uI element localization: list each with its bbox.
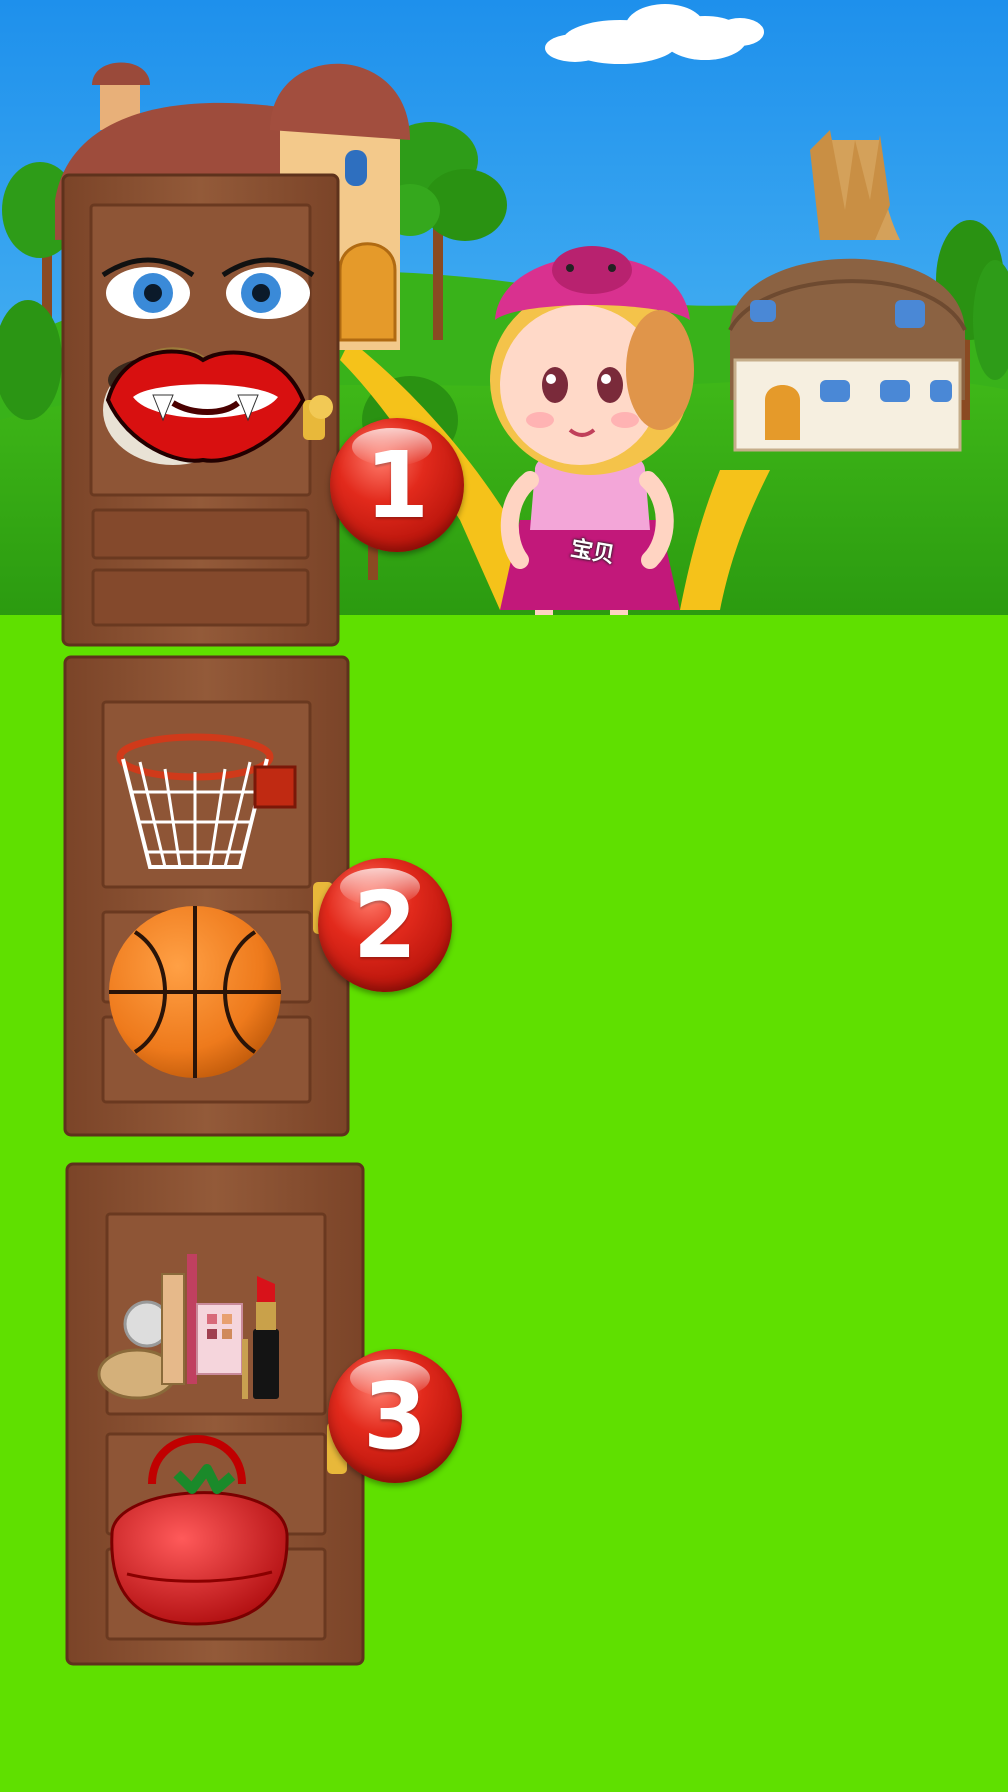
door-3-button[interactable] [67, 1164, 363, 1664]
badge-1-number: 1 [364, 431, 429, 539]
badge-3-number: 3 [362, 1362, 427, 1470]
badge-2-number: 2 [352, 871, 417, 979]
badge-2[interactable]: 2 [318, 858, 452, 992]
badge-3[interactable]: 3 [328, 1349, 462, 1483]
badge-1[interactable]: 1 [330, 418, 464, 552]
door-2-button[interactable] [65, 657, 348, 1135]
door-1-button[interactable] [63, 175, 338, 645]
